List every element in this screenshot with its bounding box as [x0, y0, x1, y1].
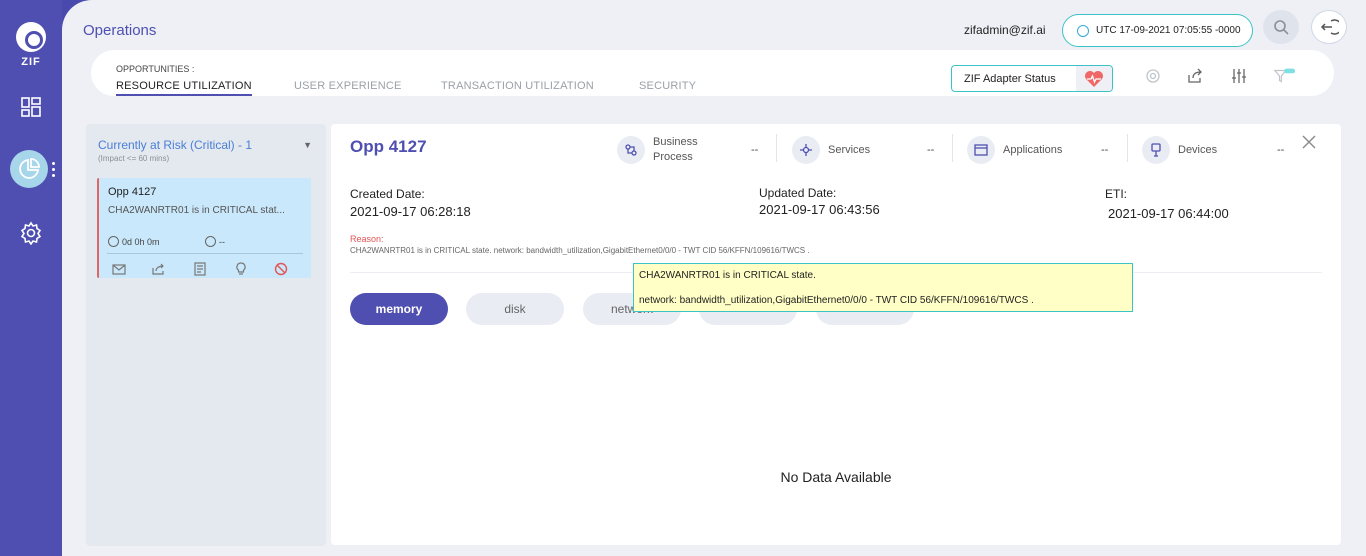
opportunity-card-description: CHA2WANRTR01 is in CRITICAL stat... [108, 205, 285, 216]
remaining-time: -- [205, 236, 225, 247]
risk-category-subtitle: (Impact <= 60 mins) [98, 154, 170, 163]
updated-date-label: Updated Date: [759, 186, 837, 200]
sliders-icon[interactable] [1228, 66, 1250, 86]
tooltip-line-1: CHA2WANRTR01 is in CRITICAL state. [639, 270, 816, 281]
created-date-label: Created Date: [350, 187, 425, 201]
clock-icon [108, 236, 119, 247]
tab-transaction-utilization[interactable]: TRANSACTION UTILIZATION [441, 80, 594, 92]
zif-logo-mark [16, 22, 46, 52]
filter-icon[interactable] [1274, 66, 1296, 86]
stat-applications[interactable]: Applications [967, 134, 1062, 166]
stat-business-process[interactable]: Business Process [617, 134, 713, 166]
search-icon [1274, 20, 1289, 35]
more-options-icon[interactable] [52, 162, 56, 178]
settings-icon[interactable] [1142, 66, 1164, 86]
tab-security[interactable]: SECURITY [639, 80, 696, 92]
search-button[interactable] [1263, 10, 1299, 44]
adapter-status-label: ZIF Adapter Status [964, 72, 1056, 85]
created-date-value: 2021-09-17 06:28:18 [350, 204, 471, 219]
stat-label: Business Process [653, 136, 698, 163]
divider [776, 134, 777, 162]
zif-adapter-status-button[interactable]: ZIF Adapter Status [951, 65, 1113, 92]
tooltip-line-2: network: bandwidth_utilization,GigabitEt… [639, 295, 1034, 306]
opportunities-label: OPPORTUNITIES : [116, 64, 195, 74]
stat-label: Applications [1003, 143, 1063, 156]
user-email[interactable]: zifadmin@zif.ai [964, 23, 1046, 37]
reason-value: CHA2WANRTR01 is in CRITICAL state. netwo… [350, 246, 810, 255]
opportunity-detail-panel: Opp 4127 Business Process -- Services --… [331, 124, 1341, 545]
opportunity-card[interactable]: Opp 4127 CHA2WANRTR01 is in CRITICAL sta… [97, 178, 311, 278]
block-icon[interactable] [273, 262, 289, 276]
risk-list-panel: Currently at Risk (Critical) - 1 (Impact… [86, 124, 326, 546]
stat-label: Devices [1178, 143, 1218, 156]
services-icon [792, 136, 820, 164]
logo-text: ZIF [21, 56, 41, 68]
tab-user-experience[interactable]: USER EXPERIENCE [294, 80, 402, 92]
clock-icon [1077, 24, 1089, 37]
caret-down-icon[interactable]: ▼ [303, 140, 312, 150]
settings-gear-icon[interactable] [18, 220, 44, 246]
stat-value: -- [751, 144, 759, 156]
heart-pulse-icon [1076, 66, 1112, 91]
reason-label: Reason: [350, 234, 384, 244]
elapsed-time: 0d 0h 0m [108, 236, 160, 247]
eti-value: 2021-09-17 06:44:00 [1108, 206, 1229, 221]
no-data-message: No Data Available [780, 469, 892, 485]
clock-icon [205, 236, 216, 247]
utc-clock: UTC 17-09-2021 07:05:55 -0000 [1062, 14, 1253, 47]
zif-logo[interactable]: ZIF [14, 22, 48, 72]
share-icon[interactable] [1184, 66, 1206, 86]
tab-memory[interactable]: memory [350, 293, 448, 325]
sidebar: ZIF [0, 0, 62, 556]
stat-devices[interactable]: Devices [1142, 134, 1217, 166]
logout-button[interactable] [1311, 10, 1347, 44]
devices-icon [1142, 136, 1170, 164]
divider [952, 134, 953, 162]
opportunity-card-title: Opp 4127 [108, 186, 157, 198]
applications-icon [967, 136, 995, 164]
tab-resource-utilization[interactable]: RESOURCE UTILIZATION [116, 80, 252, 96]
runbook-icon[interactable] [192, 262, 208, 276]
stat-label: Services [828, 143, 871, 156]
stat-value: -- [1277, 144, 1285, 156]
reason-tooltip: CHA2WANRTR01 is in CRITICAL state. netwo… [633, 263, 1133, 312]
stat-services[interactable]: Services [792, 134, 870, 166]
tab-disk[interactable]: disk [466, 293, 564, 325]
operations-pie-chart-icon[interactable] [10, 150, 48, 188]
logout-icon [1320, 19, 1339, 35]
lightbulb-icon[interactable] [233, 262, 249, 276]
elapsed-time-value: 0d 0h 0m [122, 236, 160, 247]
close-icon[interactable] [1301, 134, 1317, 150]
mail-icon[interactable] [111, 262, 127, 276]
stat-value: -- [1101, 144, 1109, 156]
card-divider [107, 253, 303, 254]
business-process-icon [617, 136, 645, 164]
stat-value: -- [927, 144, 935, 156]
opportunity-title: Opp 4127 [350, 137, 427, 156]
utc-clock-text: UTC 17-09-2021 07:05:55 -0000 [1096, 25, 1241, 36]
page-title: Operations [83, 22, 157, 39]
updated-date-value: 2021-09-17 06:43:56 [759, 202, 880, 217]
divider [1127, 134, 1128, 162]
main-area: Operations zifadmin@zif.ai UTC 17-09-202… [62, 0, 1366, 556]
dashboard-grid-icon[interactable] [18, 94, 44, 120]
eti-label: ETI: [1105, 187, 1128, 201]
opportunity-tabs-bar: OPPORTUNITIES : RESOURCE UTILIZATION USE… [91, 50, 1334, 96]
risk-category-title[interactable]: Currently at Risk (Critical) - 1 [98, 138, 252, 152]
share-icon[interactable] [151, 262, 167, 276]
remaining-time-value: -- [219, 236, 225, 247]
